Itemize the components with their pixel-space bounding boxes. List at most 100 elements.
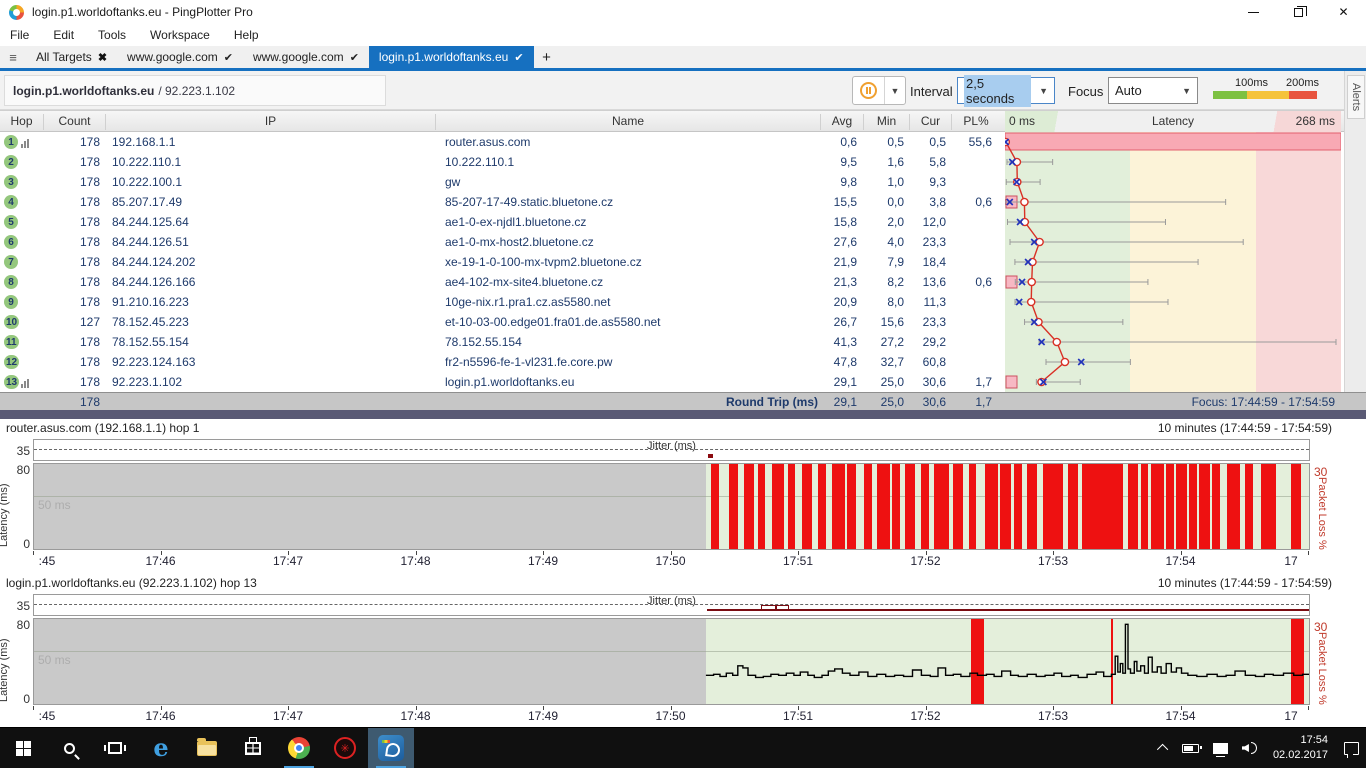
col-header-cur[interactable]: Cur: [910, 114, 952, 130]
packet-loss-bar: [758, 464, 764, 549]
tab-label: All Targets: [36, 50, 92, 64]
cell-count: 127: [44, 315, 100, 329]
pause-button[interactable]: [853, 77, 885, 104]
menu-item-help[interactable]: Help: [234, 28, 259, 42]
target-ip: / 92.223.1.102: [158, 84, 235, 98]
table-row-hop-4[interactable]: 417885.207.17.4985-207-17-49.static.blue…: [0, 192, 1004, 212]
jitter-plot-label: Jitter (ms): [34, 595, 1309, 607]
pingplotter-taskbar-button[interactable]: [368, 728, 414, 768]
table-row-hop-13[interactable]: 1317892.223.1.102login.p1.worldoftanks.e…: [0, 372, 1004, 392]
hop-number-badge: 12: [4, 355, 19, 369]
tab-all-targets[interactable]: All Targets ✖: [26, 46, 117, 68]
minimize-button[interactable]: [1231, 0, 1276, 24]
timeline-title: login.p1.worldoftanks.eu (92.223.1.102) …: [6, 576, 257, 590]
latency-scatter-svg: [1005, 132, 1341, 392]
cell-name: 10ge-nix.r1.pra1.cz.as5580.net: [445, 295, 815, 309]
y-axis-min: 0: [8, 692, 30, 706]
interval-select[interactable]: 2,5 seconds ▼: [957, 77, 1055, 104]
latency-timeline-plot[interactable]: 50 ms: [33, 618, 1310, 705]
menu-item-file[interactable]: File: [10, 28, 29, 42]
tab-login-p1-worldoftanks-eu[interactable]: login.p1.worldoftanks.eu✔: [369, 46, 534, 68]
action-center-button[interactable]: [1337, 728, 1366, 768]
table-row-hop-11[interactable]: 1117878.152.55.15478.152.55.15441,327,22…: [0, 332, 1004, 352]
drweb-button[interactable]: ✳: [322, 728, 368, 768]
menu-item-workspace[interactable]: Workspace: [150, 28, 210, 42]
tab-www-google-com[interactable]: www.google.com✔: [243, 46, 369, 68]
new-tab-button[interactable]: +: [534, 46, 560, 68]
jitter-line: [707, 609, 1310, 611]
packet-loss-bar: [1176, 464, 1186, 549]
tab-www-google-com[interactable]: www.google.com✔: [117, 46, 243, 68]
table-row-hop-12[interactable]: 1217892.223.124.163fr2-n5596-fe-1-vl231.…: [0, 352, 1004, 372]
col-header-name[interactable]: Name: [436, 114, 821, 130]
start-button[interactable]: [0, 728, 46, 768]
chrome-button[interactable]: [276, 728, 322, 768]
table-row-hop-9[interactable]: 917891.210.16.22310ge-nix.r1.pra1.cz.as5…: [0, 292, 1004, 312]
col-header-ip[interactable]: IP: [106, 114, 436, 130]
table-row-hop-7[interactable]: 717884.244.124.202xe-19-1-0-100-mx-tvpm2…: [0, 252, 1004, 272]
cell-ip: 84.244.125.64: [112, 215, 432, 229]
time-axis[interactable]: :4517:4617:4717:4817:4917:5017:5117:5217…: [33, 706, 1310, 724]
tray-expand-button[interactable]: [1153, 728, 1175, 768]
focus-select[interactable]: Auto ▼: [1108, 77, 1198, 104]
table-row-hop-3[interactable]: 317810.222.100.1gw9,81,09,3: [0, 172, 1004, 192]
taskbar-search-button[interactable]: [46, 728, 92, 768]
cell-cur: 30,6: [910, 375, 946, 389]
col-header-min[interactable]: Min: [864, 114, 910, 130]
cell-count: 178: [44, 235, 100, 249]
task-view-button[interactable]: [92, 728, 138, 768]
focus-range-text: Focus: 17:44:59 - 17:54:59: [1192, 395, 1335, 409]
close-button[interactable]: ✕: [1321, 0, 1366, 24]
table-row-hop-1[interactable]: 1178192.168.1.1router.asus.com0,60,50,55…: [0, 132, 1004, 152]
file-explorer-button[interactable]: [184, 728, 230, 768]
target-address-box[interactable]: login.p1.worldoftanks.eu / 92.223.1.102: [4, 75, 386, 106]
legend-segment: [1247, 91, 1289, 99]
network-tray-button[interactable]: [1206, 728, 1235, 768]
table-row-hop-2[interactable]: 217810.222.110.110.222.110.19,51,65,8: [0, 152, 1004, 172]
menu-item-tools[interactable]: Tools: [98, 28, 126, 42]
cell-min: 7,9: [864, 255, 904, 269]
tab-close-icon[interactable]: ✖: [98, 51, 107, 64]
cell-ip: 78.152.45.223: [112, 315, 432, 329]
time-tick-label: 17:54: [1165, 554, 1195, 568]
battery-tray-button[interactable]: [1175, 728, 1206, 768]
pause-dropdown-button[interactable]: ▼: [885, 77, 905, 104]
footer-min: 25,0: [864, 395, 904, 409]
chevron-down-icon: ▼: [1182, 86, 1191, 96]
cell-ip: 91.210.16.223: [112, 295, 432, 309]
col-header-pl[interactable]: PL%: [952, 114, 1000, 130]
alerts-tab[interactable]: Alerts: [1347, 75, 1365, 119]
latency-timeline-plot[interactable]: 50 ms: [33, 463, 1310, 550]
packet-loss-bar: [1245, 464, 1253, 549]
table-row-hop-10[interactable]: 1012778.152.45.223et-10-03-00.edge01.fra…: [0, 312, 1004, 332]
restore-button[interactable]: [1276, 0, 1321, 24]
taskbar-clock[interactable]: 17:54 02.02.2017: [1264, 733, 1337, 763]
col-header-count[interactable]: Count: [44, 114, 106, 130]
table-row-hop-8[interactable]: 817884.244.126.166ae4-102-mx-site4.bluet…: [0, 272, 1004, 292]
edge-button[interactable]: e: [138, 728, 184, 768]
network-icon: [1213, 743, 1228, 754]
packet-loss-bar: [729, 464, 738, 549]
col-header-avg[interactable]: Avg: [821, 114, 864, 130]
footer-avg: 29,1: [821, 395, 857, 409]
hop-number-badge: 2: [4, 155, 18, 169]
table-row-hop-5[interactable]: 517884.244.125.64ae1-0-ex-njdl1.bluetone…: [0, 212, 1004, 232]
time-tick-label: 17:47: [273, 709, 303, 723]
time-tick-label: 17:49: [528, 709, 558, 723]
tab-list-menu-icon[interactable]: ≡: [0, 46, 26, 68]
pane-splitter[interactable]: [0, 410, 1366, 419]
col-header-hop[interactable]: Hop: [0, 114, 44, 130]
store-button[interactable]: [230, 728, 276, 768]
cell-ip: 84.244.126.51: [112, 235, 432, 249]
clock-date: 02.02.2017: [1273, 748, 1328, 763]
packet-loss-bar: [1128, 464, 1138, 549]
time-tick-label: 17:53: [1038, 554, 1068, 568]
alerts-rail: Alerts: [1344, 71, 1366, 410]
legend-gradient-bar: [1213, 91, 1317, 99]
time-axis[interactable]: :4517:4617:4717:4817:4917:5017:5117:5217…: [33, 551, 1310, 569]
table-row-hop-6[interactable]: 617884.244.126.51ae1-0-mx-host2.bluetone…: [0, 232, 1004, 252]
menu-item-edit[interactable]: Edit: [53, 28, 74, 42]
jitter-mark: [708, 454, 713, 458]
volume-tray-button[interactable]: [1235, 728, 1264, 768]
cell-name: gw: [445, 175, 815, 189]
